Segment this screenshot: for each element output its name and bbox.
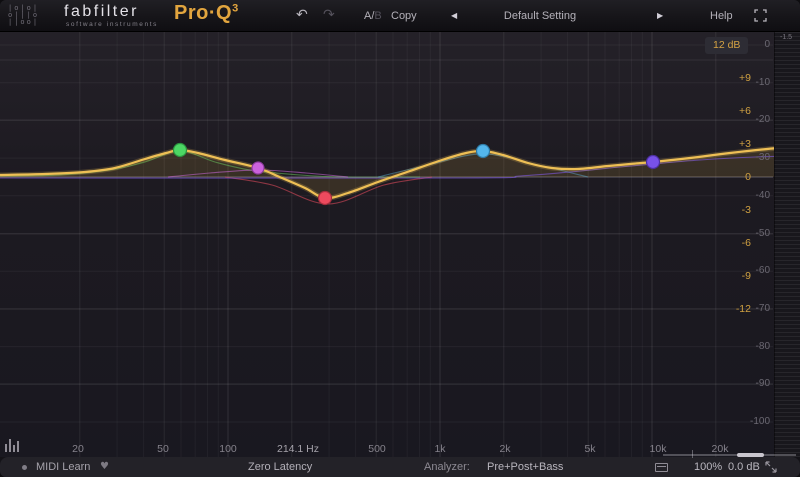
analyzer-tick-label: -20 — [755, 114, 770, 126]
freq-tick-label: 500 — [368, 443, 386, 455]
brand-name: fabfilter — [64, 3, 139, 20]
midi-learn-button[interactable]: MIDI Learn — [36, 457, 90, 477]
analyzer-tick-label: -100 — [749, 416, 770, 427]
analyzer-tick-label: -40 — [755, 189, 770, 201]
eq-node-purple[interactable] — [251, 161, 265, 175]
freq-cursor-readout: 214.1 Hz — [276, 443, 320, 455]
zero-latency-button[interactable]: Zero Latency — [248, 457, 312, 477]
copy-button[interactable]: Copy — [391, 10, 417, 22]
undo-icon[interactable]: ↶ — [296, 7, 308, 23]
display-size-icon[interactable] — [655, 463, 668, 472]
fabfilter-pro-q3-window: |o|o| o|||o ||oo| fabfilter software ins… — [0, 0, 800, 477]
output-gain-slider-handle[interactable] — [737, 452, 764, 457]
product-dot: · — [208, 2, 217, 24]
eq-node-blue[interactable] — [475, 143, 491, 159]
analyzer-label: Analyzer: — [424, 461, 470, 473]
analyzer-tick-label: -80 — [755, 340, 770, 352]
analyzer-tick-label: -60 — [755, 265, 770, 277]
product-logo: Pro·Q3 — [174, 2, 239, 25]
output-level-meter: -1.5 — [774, 32, 800, 457]
analyzer-tick-label: -50 — [755, 227, 770, 239]
display-range-button[interactable]: 12 dB — [705, 37, 749, 54]
preset-next-icon[interactable]: ▶ — [657, 11, 663, 20]
resize-corner-icon[interactable] — [764, 460, 778, 474]
freq-tick-label: 1k — [434, 443, 446, 455]
analyzer-bars-icon[interactable] — [4, 437, 22, 452]
logo-row: ||oo| — [8, 18, 40, 26]
eq-node-violet[interactable] — [645, 154, 661, 170]
output-gain-slider-center-tick — [692, 450, 693, 458]
fullscreen-icon[interactable] — [754, 9, 767, 22]
redo-icon[interactable]: ↷ — [323, 7, 335, 23]
eq-node-red[interactable] — [317, 190, 333, 206]
ab-inactive-label: B — [374, 10, 382, 22]
eq-node-green[interactable] — [172, 142, 188, 158]
presets-favorite-icon[interactable]: ♥ — [100, 457, 109, 477]
output-gain-slider-track[interactable] — [663, 454, 796, 456]
display-scale-value[interactable]: 100% — [694, 457, 722, 477]
gain-tick-label: +3 — [739, 138, 751, 150]
product-q: Q — [216, 2, 233, 24]
midi-status-dot — [22, 465, 27, 470]
eq-display[interactable]: 12 dB -1.5 +9 +6 +3 0 -3 -6 -9 -12 0 -10 -20 -30 -40… — [0, 32, 800, 458]
gain-tick-label: 0 — [745, 171, 751, 183]
analyzer-tick-label: -10 — [755, 76, 770, 88]
freq-tick-label: 5k — [584, 443, 596, 455]
brand-tagline: software instruments — [66, 21, 158, 28]
gain-tick-label: -3 — [741, 204, 751, 216]
title-bar: |o|o| o|||o ||oo| fabfilter software ins… — [0, 0, 800, 32]
analyzer-tick-label: -90 — [755, 378, 770, 390]
analyzer-mode-selector[interactable]: Pre+Post+Bass — [487, 457, 563, 477]
freq-tick-label: 50 — [157, 443, 169, 455]
freq-tick-label: 100 — [219, 443, 237, 455]
product-version: 3 — [232, 2, 239, 15]
analyzer-tick-label: -70 — [755, 302, 770, 314]
analyzer-tick-label: -30 — [755, 152, 770, 164]
ab-active-label: A/ — [364, 10, 375, 22]
eq-curves-canvas — [0, 32, 800, 457]
product-name: Pro — [174, 2, 209, 24]
output-gain-value[interactable]: 0.0 dB — [728, 457, 760, 477]
status-bar: MIDI Learn ♥ Zero Latency Analyzer: Pre+… — [0, 457, 800, 477]
meter-scale-label: -1.5 — [780, 34, 793, 41]
fabfilter-logo-icon: |o|o| o|||o ||oo| — [8, 5, 39, 26]
freq-tick-label: 2k — [499, 443, 511, 455]
freq-tick-label: 20 — [72, 443, 84, 455]
help-button[interactable]: Help — [710, 10, 733, 22]
ab-toggle[interactable]: A/B — [364, 10, 382, 22]
preset-selector[interactable]: Default Setting — [440, 10, 640, 22]
